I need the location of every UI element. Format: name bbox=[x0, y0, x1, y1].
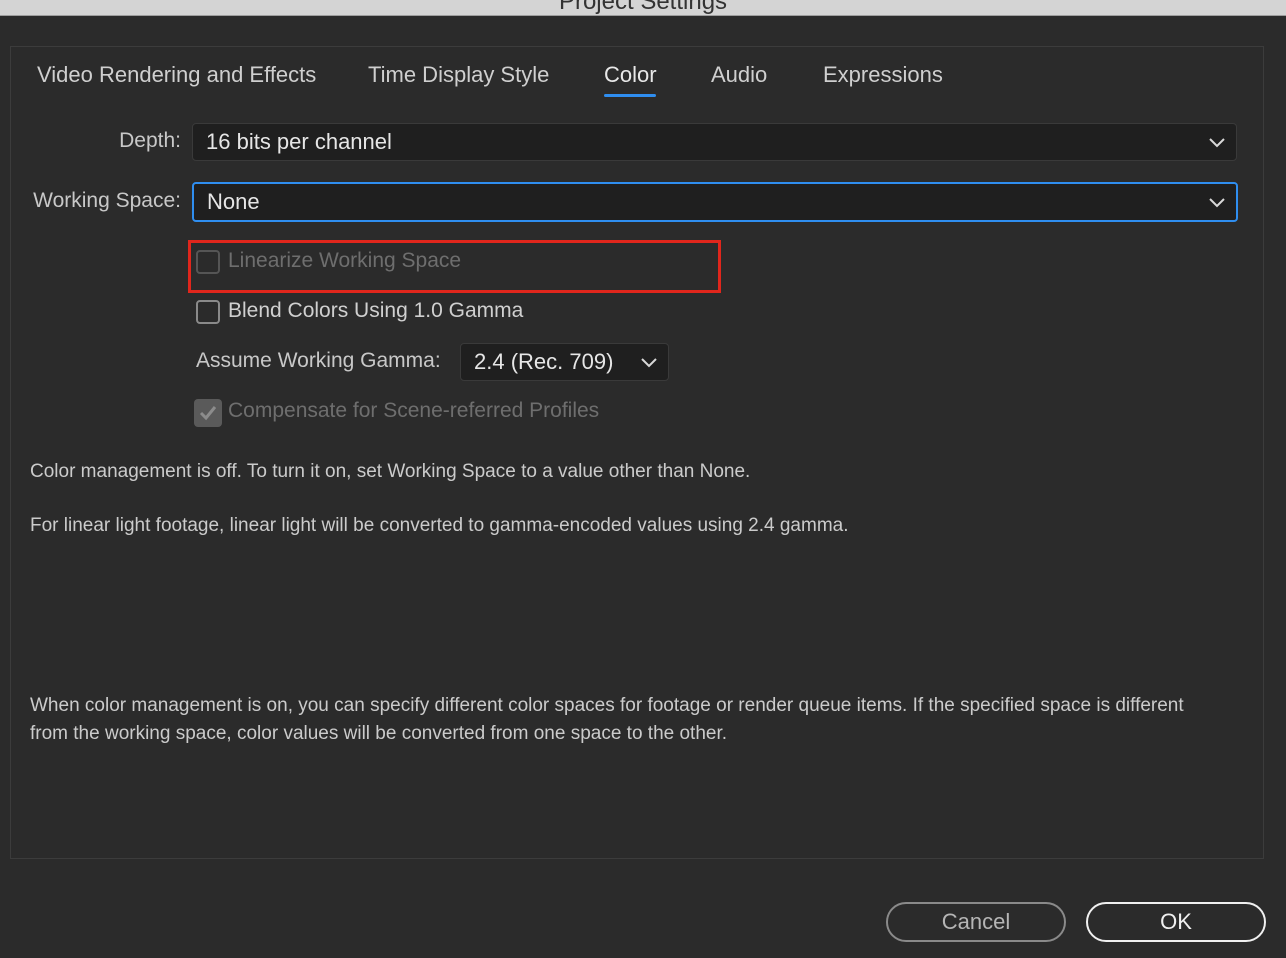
tab-video-rendering-and-effects[interactable]: Video Rendering and Effects bbox=[37, 62, 316, 88]
checkmark-icon bbox=[199, 406, 217, 421]
info-linear-light: For linear light footage, linear light w… bbox=[30, 515, 849, 536]
working-space-dropdown[interactable]: None bbox=[192, 182, 1238, 222]
blend-colors-label: Blend Colors Using 1.0 Gamma bbox=[228, 299, 524, 322]
linearize-working-space-checkbox[interactable] bbox=[196, 250, 220, 274]
tab-expressions[interactable]: Expressions bbox=[823, 62, 943, 88]
ok-button[interactable]: OK bbox=[1086, 902, 1266, 942]
cancel-button[interactable]: Cancel bbox=[886, 902, 1066, 942]
working-space-value: None bbox=[207, 189, 260, 214]
blend-colors-checkbox[interactable] bbox=[196, 300, 220, 324]
compensate-label: Compensate for Scene-referred Profiles bbox=[228, 399, 600, 422]
tab-time-display-style[interactable]: Time Display Style bbox=[368, 62, 549, 88]
chevron-down-icon bbox=[1209, 138, 1225, 148]
title-bar: Project Settings bbox=[0, 0, 1286, 16]
working-gamma-dropdown[interactable]: 2.4 (Rec. 709) bbox=[460, 343, 669, 381]
depth-label: Depth: bbox=[119, 129, 181, 152]
active-tab-indicator bbox=[604, 94, 656, 97]
compensate-checkbox[interactable] bbox=[194, 399, 222, 427]
info-color-management-on: When color management is on, you can spe… bbox=[30, 695, 1184, 744]
tab-audio[interactable]: Audio bbox=[711, 62, 767, 88]
linearize-working-space-label: Linearize Working Space bbox=[228, 249, 462, 272]
working-gamma-value: 2.4 (Rec. 709) bbox=[474, 349, 614, 374]
working-space-label: Working Space: bbox=[33, 189, 181, 212]
tab-color[interactable]: Color bbox=[604, 62, 657, 88]
window-title: Project Settings bbox=[558, 0, 728, 15]
chevron-down-icon bbox=[641, 358, 657, 368]
working-gamma-label: Assume Working Gamma: bbox=[196, 349, 441, 372]
info-color-management-off: Color management is off. To turn it on, … bbox=[30, 461, 751, 482]
depth-dropdown[interactable]: 16 bits per channel bbox=[192, 123, 1237, 161]
depth-value: 16 bits per channel bbox=[206, 129, 392, 154]
chevron-down-icon bbox=[1209, 198, 1225, 208]
